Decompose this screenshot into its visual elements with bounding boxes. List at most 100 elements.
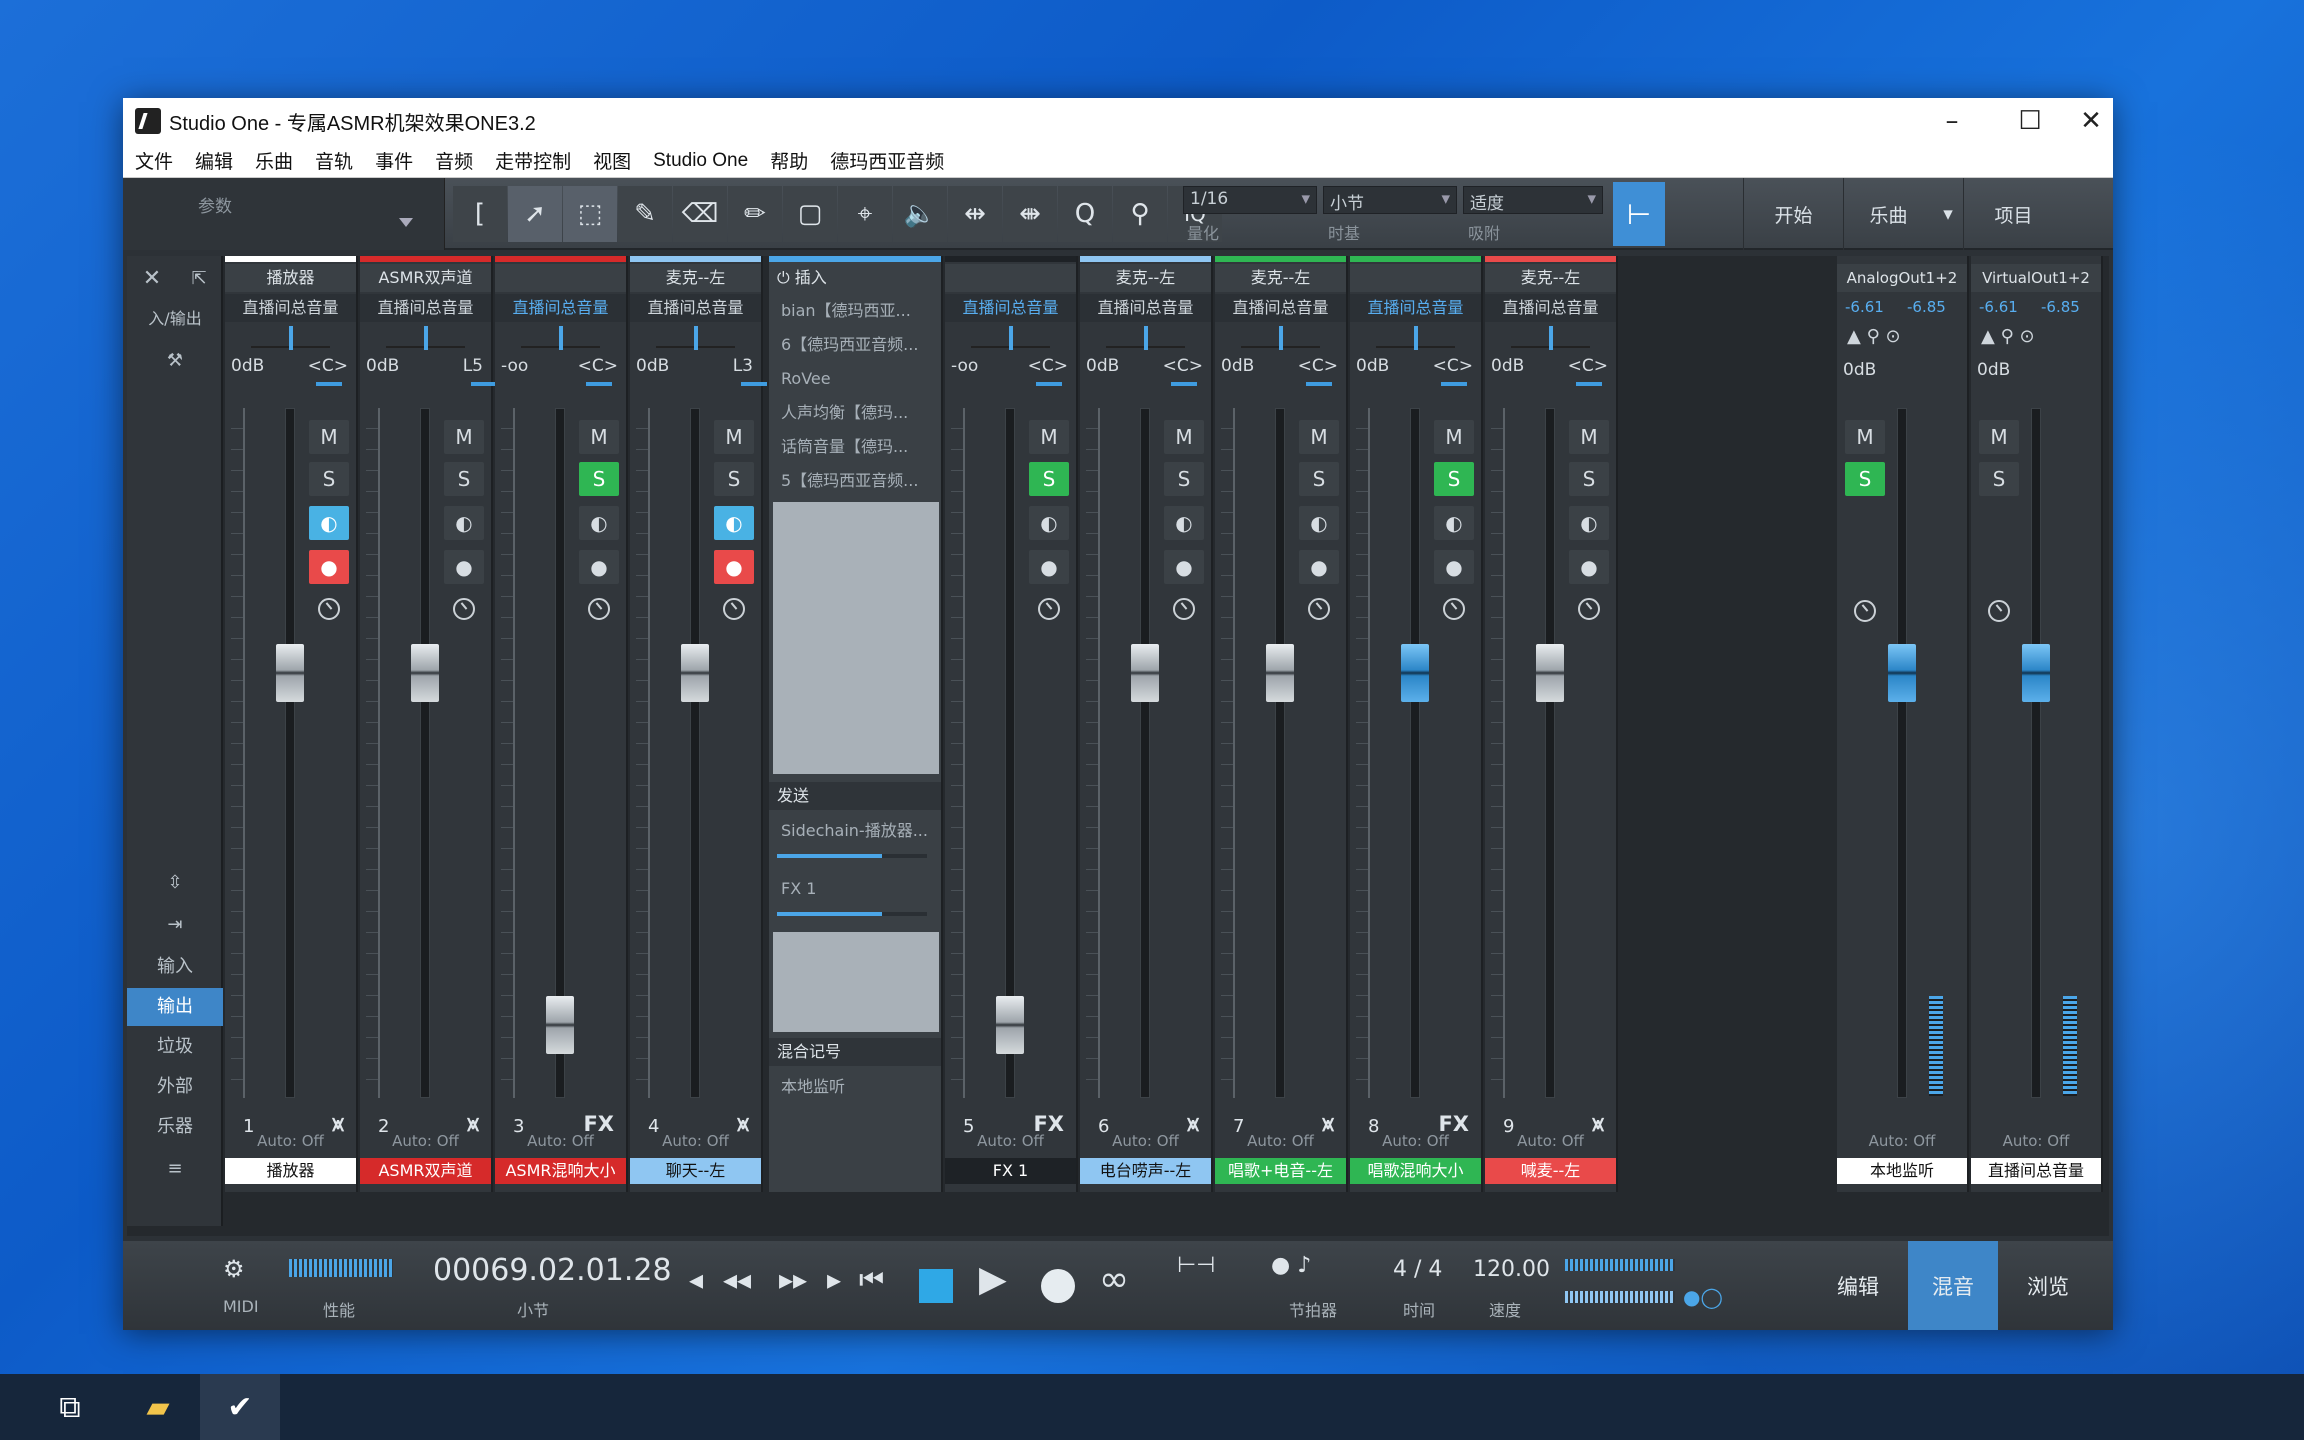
knob-icon[interactable] — [1443, 598, 1465, 620]
quantize-dropdown[interactable]: 1/16 — [1183, 186, 1317, 214]
knob-icon[interactable] — [1038, 598, 1060, 620]
monitor-icon[interactable]: ◐ — [309, 506, 349, 540]
monitor-icon[interactable]: ◐ — [1164, 506, 1204, 540]
pan-slider[interactable] — [1241, 326, 1320, 350]
volume-fader[interactable] — [1401, 644, 1429, 702]
record-arm-icon[interactable]: ● — [309, 550, 349, 584]
solo-button[interactable]: S — [1434, 462, 1474, 496]
channel-input-name[interactable]: 麦克--左 — [1485, 264, 1616, 292]
play-button[interactable]: ▶ — [979, 1259, 1007, 1300]
knob-icon[interactable] — [1578, 598, 1600, 620]
menu-audio[interactable]: 音频 — [435, 147, 473, 174]
channel-input-name[interactable] — [495, 264, 626, 292]
channel-output-route[interactable]: 直播间总音量 — [1485, 294, 1616, 322]
send-level-slider[interactable] — [777, 854, 927, 858]
mono-icon[interactable]: ▲ ⚲ ⊙ — [1847, 326, 1901, 347]
monitor-icon[interactable]: ◐ — [1569, 506, 1609, 540]
volume-fader[interactable] — [681, 644, 709, 702]
monitor-icon[interactable]: ◐ — [1299, 506, 1339, 540]
punch-icon[interactable]: ⊢⊣ — [1177, 1253, 1215, 1278]
channel-output-route[interactable]: 直播间总音量 — [360, 294, 491, 322]
snap-dropdown[interactable]: 适度 — [1463, 186, 1603, 214]
channel-input-name[interactable]: 麦克--左 — [1080, 264, 1211, 292]
record-button[interactable] — [1041, 1269, 1075, 1303]
insert-slot[interactable]: 6【德玛西亚音频... — [773, 330, 937, 360]
return-zero-icon[interactable]: ⏮ — [859, 1263, 884, 1297]
bend-tool-icon[interactable]: ⌖ — [838, 186, 892, 242]
minimize-button[interactable]: – — [1913, 98, 1991, 144]
pan-slider[interactable] — [521, 326, 600, 350]
automation-mode[interactable]: Auto: Off — [1215, 1132, 1346, 1154]
knob-icon[interactable] — [453, 598, 475, 620]
rewind-icon[interactable]: ◂◂ — [723, 1263, 751, 1296]
solo-button[interactable]: S — [579, 462, 619, 496]
tempo-display[interactable]: 120.00 — [1473, 1257, 1550, 1282]
time-display[interactable]: 00069.02.01.28 — [433, 1253, 672, 1288]
volume-fader[interactable] — [1266, 644, 1294, 702]
volume-fader[interactable] — [276, 644, 304, 702]
channel-output-route[interactable]: 直播间总音量 — [495, 294, 626, 322]
snap-toggle-icon[interactable]: ⊢ — [1613, 182, 1665, 246]
mute-button[interactable]: M — [1569, 420, 1609, 454]
channel-input-name[interactable]: 麦克--左 — [630, 264, 761, 292]
expand-vertical-icon[interactable]: ⇳ — [127, 864, 223, 902]
record-arm-icon[interactable]: ● — [1299, 550, 1339, 584]
menu-help[interactable]: 帮助 — [770, 147, 808, 174]
mute-tool-icon[interactable]: ▢ — [783, 186, 837, 242]
channel-label[interactable]: 电台唠声--左 — [1080, 1158, 1211, 1184]
channel-output-route[interactable]: 直播间总音量 — [1080, 294, 1211, 322]
solo-button[interactable]: S — [1569, 462, 1609, 496]
mix-view-button[interactable]: 混音 — [1908, 1241, 1998, 1330]
insert-slot[interactable]: 话筒音量【德玛... — [773, 432, 937, 462]
arrow-tool-icon[interactable]: ➚ — [508, 186, 562, 242]
solo-button[interactable]: S — [1299, 462, 1339, 496]
automation-mode[interactable]: Auto: Off — [1485, 1132, 1616, 1154]
volume-fader[interactable] — [996, 996, 1024, 1054]
menu-event[interactable]: 事件 — [375, 147, 413, 174]
automation-mode[interactable]: Auto: Off — [1971, 1132, 2101, 1154]
knob-icon[interactable] — [1988, 600, 2010, 622]
io-dropdown[interactable]: 入/输出 — [127, 300, 223, 338]
send-level-slider[interactable] — [777, 912, 927, 916]
channel-input-name[interactable]: ASMR双声道 — [360, 264, 491, 292]
knob-icon[interactable] — [723, 598, 745, 620]
send-slot[interactable]: FX 1 — [773, 874, 937, 904]
sidebar-item-input[interactable]: 输入 — [127, 948, 223, 986]
menu-edit[interactable]: 编辑 — [195, 147, 233, 174]
master-level-slider[interactable] — [1565, 1259, 1675, 1271]
monitor-icon[interactable]: ◐ — [714, 506, 754, 540]
menu-studio-one[interactable]: Studio One — [653, 150, 748, 172]
insert-slot[interactable]: 人声均衡【德玛... — [773, 398, 937, 428]
split-tool-icon[interactable]: ✎ — [618, 186, 672, 242]
channel-output-route[interactable]: 直播间总音量 — [1350, 294, 1481, 322]
solo-button[interactable]: S — [309, 462, 349, 496]
parameter-dropdown[interactable]: 参数 — [123, 178, 445, 250]
channel-label[interactable]: 唱歌+电音--左 — [1215, 1158, 1346, 1184]
mute-button[interactable]: M — [579, 420, 619, 454]
pan-slider[interactable] — [1376, 326, 1455, 350]
volume-fader[interactable] — [1536, 644, 1564, 702]
prev-marker-icon[interactable]: ◂ — [689, 1263, 703, 1296]
insert-slot[interactable]: bian【德玛西亚... — [773, 296, 937, 326]
channel-label[interactable]: ASMR双声道 — [360, 1158, 491, 1184]
range-tool-icon[interactable]: ⬚ — [563, 186, 617, 242]
menu-view[interactable]: 视图 — [593, 147, 631, 174]
send-slot[interactable]: Sidechain-播放器... — [773, 816, 937, 846]
channel-label[interactable]: 喊麦--左 — [1485, 1158, 1616, 1184]
solo-button[interactable]: S — [714, 462, 754, 496]
pan-slider[interactable] — [971, 326, 1050, 350]
mute-button[interactable]: M — [1164, 420, 1204, 454]
stop-button[interactable] — [919, 1269, 953, 1303]
channel-input-name[interactable]: 麦克--左 — [1215, 264, 1346, 292]
close-icon[interactable]: ✕ — [127, 260, 177, 298]
channel-output-route[interactable]: 直播间总音量 — [225, 294, 356, 322]
volume-fader[interactable] — [2022, 644, 2050, 702]
insert-slot[interactable]: RoVee — [773, 364, 937, 394]
volume-fader[interactable] — [546, 996, 574, 1054]
list-icon[interactable]: ≡ — [127, 1150, 223, 1188]
knob-icon[interactable] — [318, 598, 340, 620]
timebase-dropdown[interactable]: 小节 — [1323, 186, 1457, 214]
next-marker-icon[interactable]: ▸ — [827, 1263, 841, 1296]
output-name[interactable]: VirtualOut1+2 — [1971, 264, 2101, 292]
mute-button[interactable]: M — [1029, 420, 1069, 454]
